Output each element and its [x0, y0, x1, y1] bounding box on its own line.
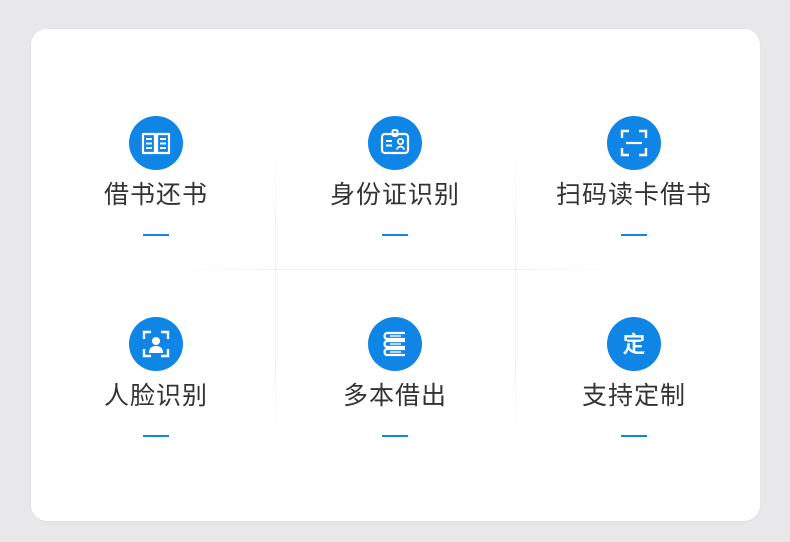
scan-frame-icon: [607, 116, 661, 170]
divider-vertical-right: [515, 149, 516, 439]
custom-icon: 定: [607, 317, 661, 371]
accent-dash: [621, 234, 647, 236]
feature-label: 扫码读卡借书: [555, 180, 712, 209]
open-book-icon: [129, 116, 183, 170]
feature-label: 多本借出: [342, 381, 447, 410]
divider-horizontal: [161, 269, 631, 270]
features-card: 借书还书 身份证识别 扫码读卡借书 人脸识别 多本借出 定 支持定制: [31, 29, 760, 521]
custom-icon-glyph: 定: [623, 332, 645, 358]
feature-face-recognition[interactable]: 人脸识别: [56, 317, 256, 457]
accent-dash: [382, 234, 408, 236]
divider-vertical-left: [275, 149, 276, 439]
feature-scan-card-borrow[interactable]: 扫码读卡借书: [534, 116, 734, 256]
feature-id-card[interactable]: 身份证识别: [295, 116, 495, 256]
accent-dash: [621, 435, 647, 437]
accent-dash: [143, 234, 169, 236]
feature-multi-borrow[interactable]: 多本借出: [295, 317, 495, 457]
accent-dash: [143, 435, 169, 437]
face-scan-icon: [129, 317, 183, 371]
feature-borrow-return[interactable]: 借书还书: [56, 116, 256, 256]
feature-label: 人脸识别: [103, 381, 208, 410]
feature-label: 身份证识别: [329, 180, 460, 209]
feature-label: 借书还书: [103, 180, 208, 209]
stacked-books-icon: [368, 317, 422, 371]
feature-label: 支持定制: [581, 381, 686, 410]
accent-dash: [382, 435, 408, 437]
id-card-icon: [368, 116, 422, 170]
feature-customization[interactable]: 定 支持定制: [534, 317, 734, 457]
